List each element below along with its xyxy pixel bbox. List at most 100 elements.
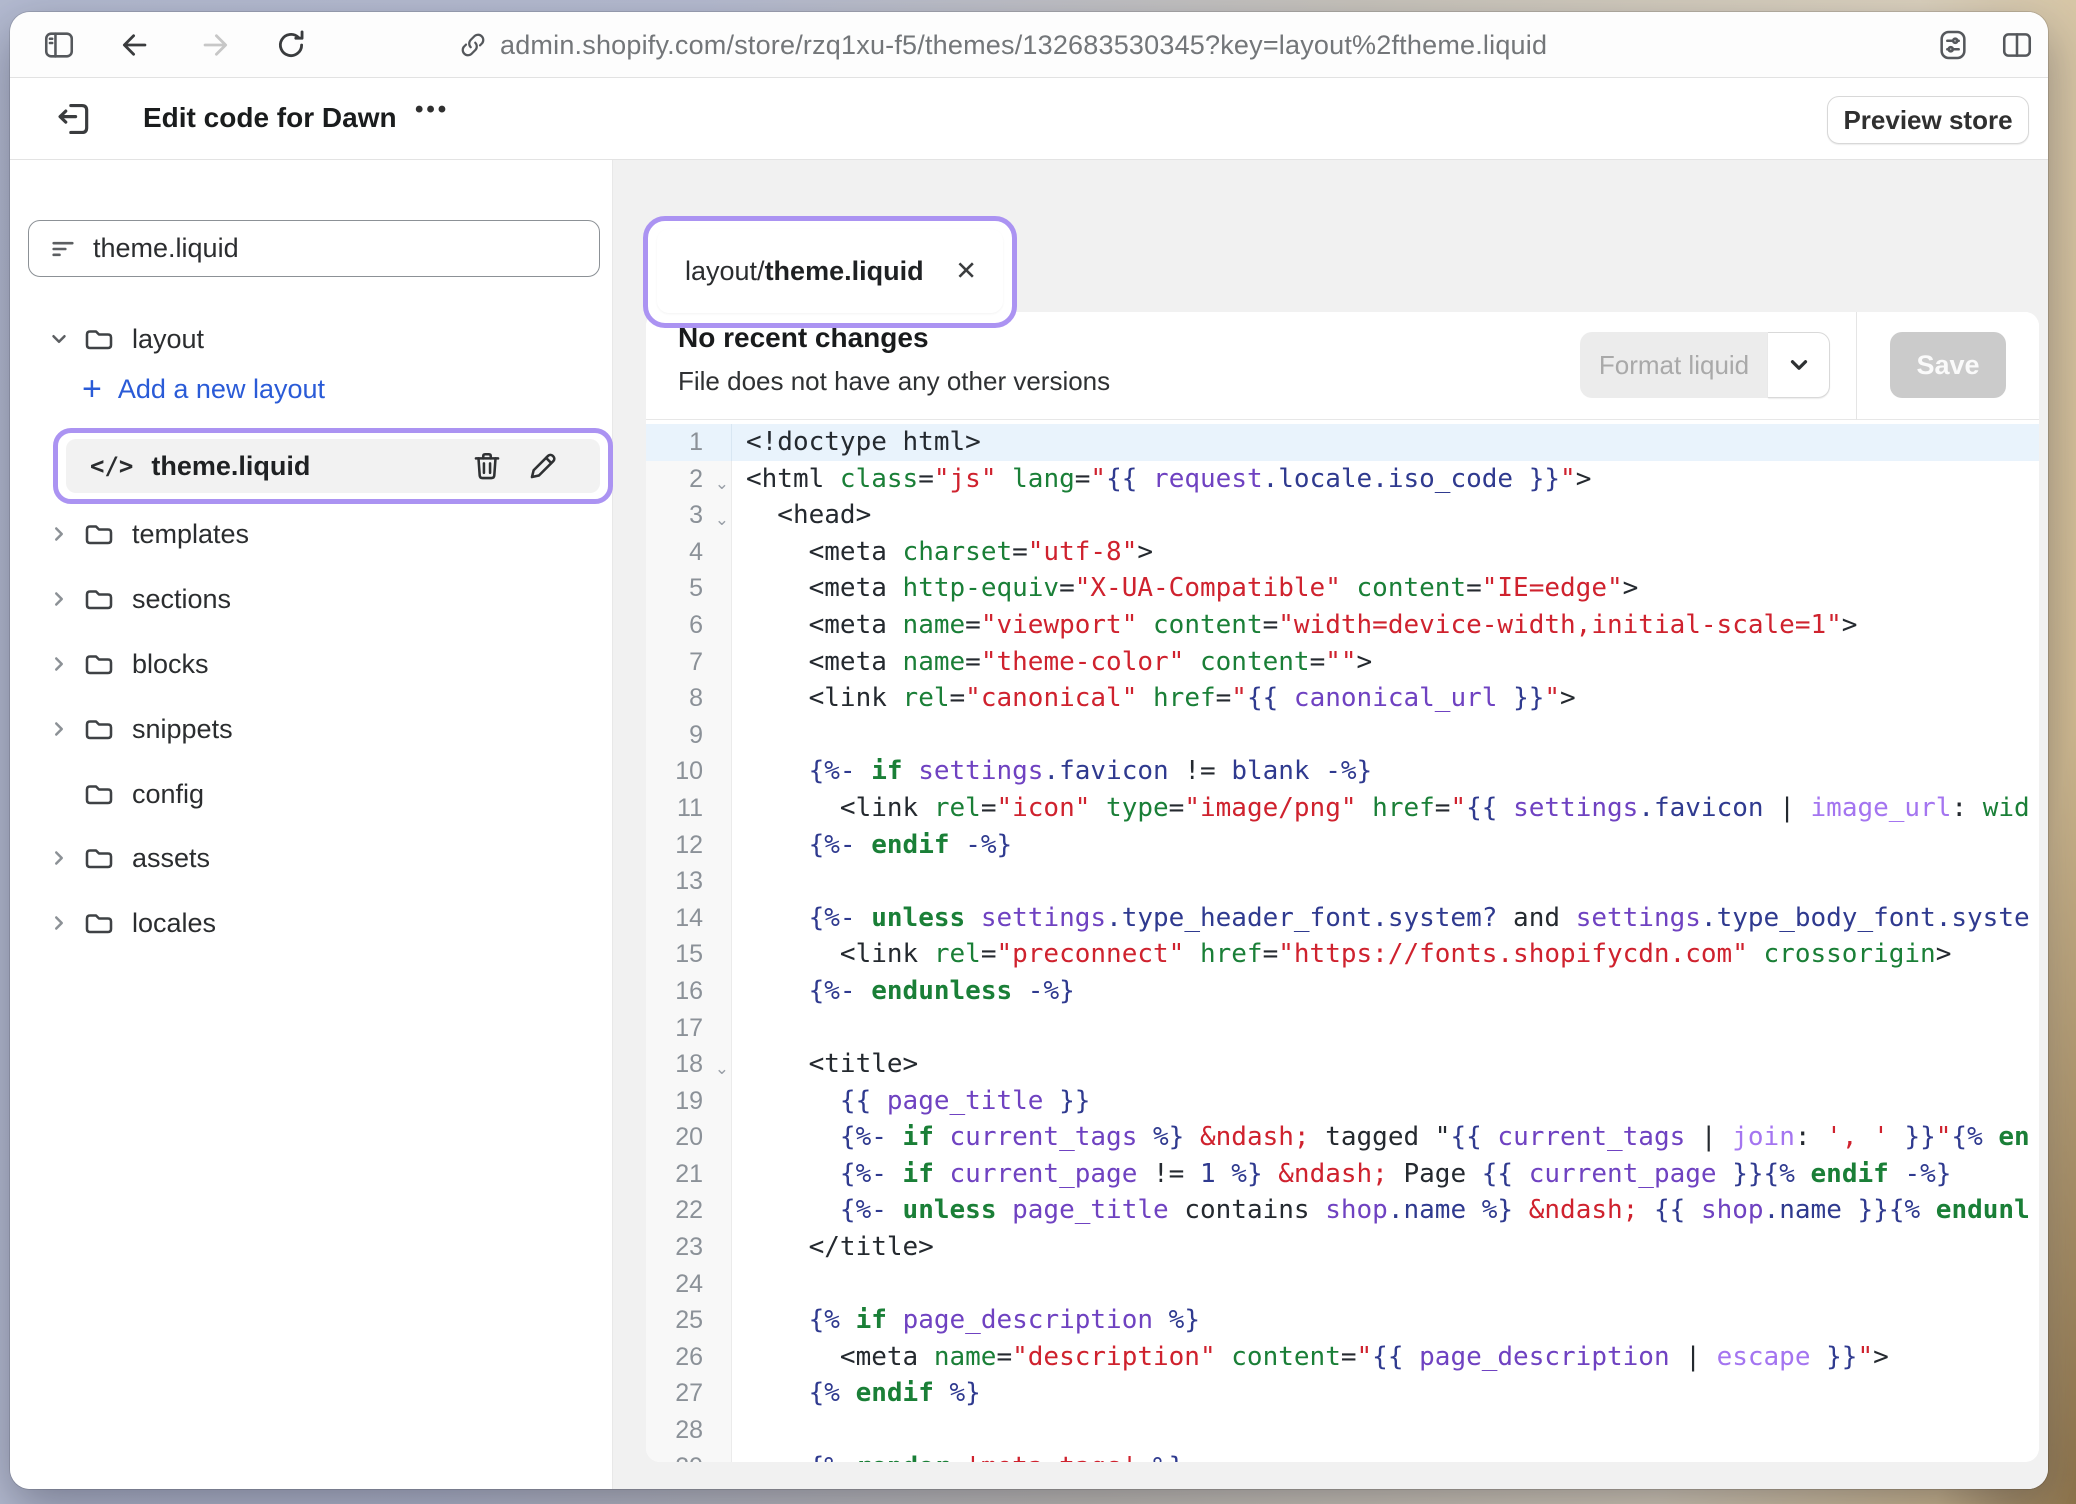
add-new-layout-button[interactable]: + Add a new layout [10,372,325,406]
forward-button[interactable] [196,26,234,64]
code-line[interactable]: 25 {% if page_description %} [646,1302,2039,1339]
code-text: </title> [732,1229,934,1266]
code-file-icon: </> [90,452,133,480]
line-number: 12 [646,827,732,864]
line-number: 11 [646,790,732,827]
sidebar-item-sections[interactable]: sections [10,575,612,623]
tab-layout-theme-liquid[interactable]: layout/theme.liquid ✕ [657,229,1003,313]
code-line[interactable]: 5 <meta http-equiv="X-UA-Compatible" con… [646,570,2039,607]
code-text: {%- endif -%} [732,827,1012,864]
code-text: <head> [732,497,871,534]
chevron-right-icon [48,653,70,675]
folder-icon [84,584,114,614]
code-text: <link rel="canonical" href="{{ canonical… [732,680,1576,717]
sidebar-item-config[interactable]: config [10,770,612,818]
line-number: 16 [646,973,732,1010]
code-line[interactable]: 9 [646,717,2039,754]
status-subtitle: File does not have any other versions [678,366,1110,397]
code-line[interactable]: 16 {%- endunless -%} [646,973,2039,1010]
editor-main-area: No recent changes File does not have any… [613,160,2048,1489]
line-number: 1 [646,424,732,461]
code-lines[interactable]: 1<!doctype html>2⌄<html class="js" lang=… [646,420,2039,1462]
close-tab-icon[interactable]: ✕ [955,256,977,287]
code-line[interactable]: 2⌄<html class="js" lang="{{ request.loca… [646,461,2039,498]
code-line[interactable]: 12 {%- endif -%} [646,827,2039,864]
line-number: 17 [646,1010,732,1047]
rename-file-button[interactable] [526,449,560,483]
code-text: <title> [732,1046,918,1083]
line-number: 21 [646,1156,732,1193]
code-line[interactable]: 24 [646,1266,2039,1303]
line-number: 3⌄ [646,497,732,534]
folder-icon [84,649,114,679]
code-line[interactable]: 4 <meta charset="utf-8"> [646,534,2039,571]
sidebar-item-templates[interactable]: templates [10,510,612,558]
chevron-down-icon [48,328,70,350]
code-text: <!doctype html> [732,424,981,461]
sidebar-item-assets[interactable]: assets [10,834,612,882]
line-number: 7 [646,644,732,681]
code-text: <link rel="icon" type="image/png" href="… [732,790,2030,827]
code-line[interactable]: 3⌄ <head> [646,497,2039,534]
line-number: 13 [646,863,732,900]
split-view-icon[interactable] [1998,26,2036,64]
code-line[interactable]: 26 <meta name="description" content="{{ … [646,1339,2039,1376]
browser-window: admin.shopify.com/store/rzq1xu-f5/themes… [10,12,2048,1489]
editor-header: No recent changes File does not have any… [646,312,2039,420]
line-number: 18⌄ [646,1046,732,1083]
code-line[interactable]: 23 </title> [646,1229,2039,1266]
code-line[interactable]: 11 <link rel="icon" type="image/png" hre… [646,790,2039,827]
code-text [732,1010,746,1047]
line-number: 8 [646,680,732,717]
format-options-dropdown[interactable] [1768,332,1830,398]
code-line[interactable]: 6 <meta name="viewport" content="width=d… [646,607,2039,644]
save-button[interactable]: Save [1890,332,2006,398]
folder-icon [84,519,114,549]
sidebar-item-theme-liquid[interactable]: </> theme.liquid [66,439,600,493]
sidebar-toggle-icon[interactable] [40,26,78,64]
delete-file-button[interactable] [470,449,504,483]
address-bar[interactable]: admin.shopify.com/store/rzq1xu-f5/themes… [458,12,1547,78]
code-line[interactable]: 13 [646,863,2039,900]
sidebar-item-layout[interactable]: layout [10,315,612,363]
sidebar-item-locales[interactable]: locales [10,899,612,947]
code-text: {% render 'meta-tags' %} [732,1449,1184,1462]
sidebar-item-snippets[interactable]: snippets [10,705,612,753]
code-text [732,1266,746,1303]
line-number: 28 [646,1412,732,1449]
code-line[interactable]: 21 {%- if current_page != 1 %} &ndash; P… [646,1156,2039,1193]
link-icon [458,30,488,60]
chevron-right-icon [48,912,70,934]
code-line[interactable]: 10 {%- if settings.favicon != blank -%} [646,753,2039,790]
code-line[interactable]: 19 {{ page_title }} [646,1083,2039,1120]
more-actions-button[interactable]: ••• [415,96,449,124]
preview-store-button[interactable]: Preview store [1827,96,2029,144]
code-line[interactable]: 20 {%- if current_tags %} &ndash; tagged… [646,1119,2039,1156]
folder-icon [84,843,114,873]
reload-button[interactable] [272,26,310,64]
chevron-right-icon [48,523,70,545]
code-line[interactable]: 15 <link rel="preconnect" href="https://… [646,936,2039,973]
code-line[interactable]: 7 <meta name="theme-color" content=""> [646,644,2039,681]
line-number: 26 [646,1339,732,1376]
file-search-input[interactable]: theme.liquid [28,220,600,277]
code-line[interactable]: 27 {% endif %} [646,1375,2039,1412]
back-button[interactable] [116,26,154,64]
chevron-right-icon [48,588,70,610]
code-text: <meta http-equiv="X-UA-Compatible" conte… [732,570,1638,607]
code-line[interactable]: 22 {%- unless page_title contains shop.n… [646,1192,2039,1229]
code-line[interactable]: 28 [646,1412,2039,1449]
sidebar-item-blocks[interactable]: blocks [10,640,612,688]
format-liquid-button[interactable]: Format liquid [1580,332,1830,398]
code-text: <meta name="theme-color" content=""> [732,644,1372,681]
code-line[interactable]: 29 {% render 'meta-tags' %} [646,1449,2039,1462]
code-line[interactable]: 1<!doctype html> [646,424,2039,461]
code-line[interactable]: 18⌄ <title> [646,1046,2039,1083]
code-line[interactable]: 8 <link rel="canonical" href="{{ canonic… [646,680,2039,717]
code-text: <meta name="viewport" content="width=dev… [732,607,1857,644]
exit-code-editor-button[interactable] [55,100,95,140]
page-settings-icon[interactable] [1934,26,1972,64]
line-number: 2⌄ [646,461,732,498]
code-line[interactable]: 17 [646,1010,2039,1047]
code-line[interactable]: 14 {%- unless settings.type_header_font.… [646,900,2039,937]
